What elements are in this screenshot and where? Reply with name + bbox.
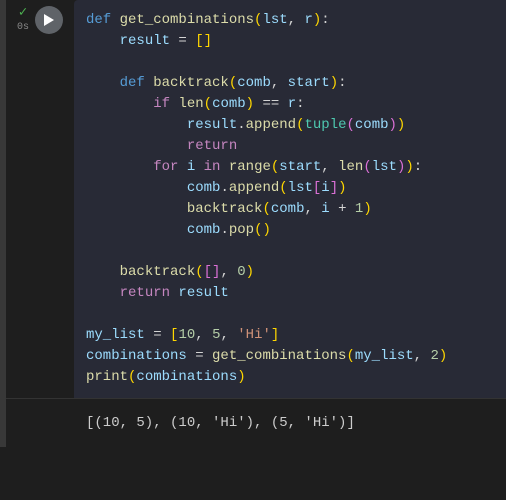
cell-output: [(10, 5), (10, 'Hi'), (5, 'Hi')] [6, 398, 506, 447]
code-cell: ✓ 0s def get_combinations(lst, r): resul… [0, 0, 506, 398]
check-icon: ✓ [19, 6, 27, 20]
code-editor[interactable]: def get_combinations(lst, r): result = [… [74, 0, 506, 398]
output-row: [(10, 5), (10, 'Hi'), (5, 'Hi')] [0, 398, 506, 447]
run-button[interactable] [35, 6, 63, 34]
play-icon [43, 13, 55, 27]
cell-gutter: ✓ 0s [6, 0, 74, 398]
execution-time: 0s [17, 22, 29, 33]
